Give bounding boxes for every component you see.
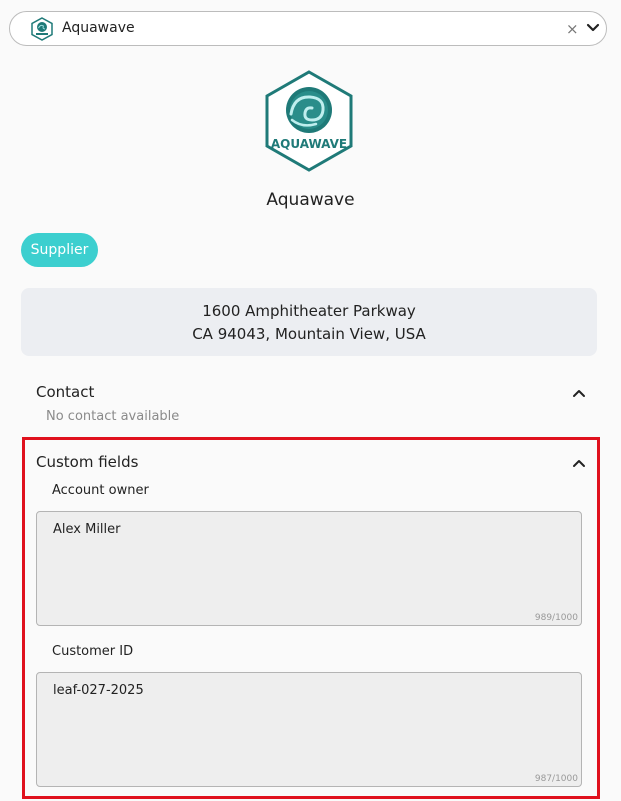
account-owner-value: Alex Miller (53, 522, 121, 537)
company-name: Aquawave (266, 190, 355, 210)
no-contact-text: No contact available (46, 409, 180, 424)
close-icon[interactable]: × (566, 20, 579, 38)
account-owner-label: Account owner (52, 483, 149, 498)
custom-fields-section-title[interactable]: Custom fields (36, 453, 138, 471)
customer-id-counter: 987/1000 (534, 774, 578, 784)
company-select[interactable]: Aquawave × (9, 11, 607, 46)
address-line-2: CA 94043, Mountain View, USA (192, 325, 426, 343)
aquawave-logo: AQUAWAVE (265, 70, 353, 172)
account-owner-field[interactable]: Alex Miller 989/1000 (36, 511, 582, 626)
customer-id-value: leaf-027-2025 (53, 683, 144, 698)
address-line-1: 1600 Amphitheater Parkway (202, 302, 416, 320)
chevron-up-icon[interactable] (572, 458, 586, 468)
customer-id-field[interactable]: leaf-027-2025 987/1000 (36, 672, 582, 787)
contact-section-title[interactable]: Contact (36, 383, 94, 401)
chevron-down-icon[interactable] (585, 21, 601, 35)
account-owner-counter: 989/1000 (534, 613, 578, 623)
supplier-badge: Supplier (21, 233, 98, 267)
address-block: 1600 Amphitheater Parkway CA 94043, Moun… (21, 288, 597, 356)
logo-text: AQUAWAVE (271, 137, 347, 151)
aquawave-logo-icon (31, 17, 53, 41)
company-select-value: Aquawave (62, 20, 135, 36)
chevron-up-icon[interactable] (572, 388, 586, 398)
customer-id-label: Customer ID (52, 644, 134, 659)
